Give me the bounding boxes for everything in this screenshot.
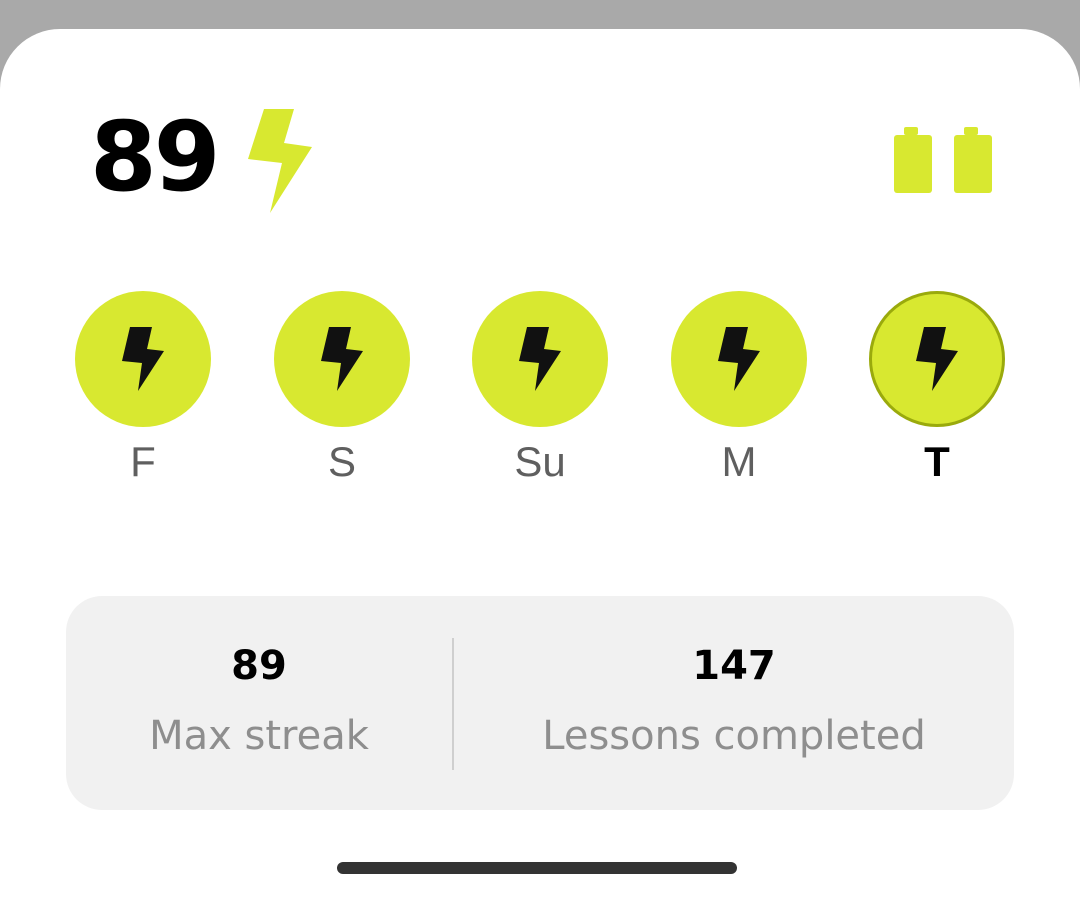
lessons-completed-value: 147 [692,643,776,689]
lessons-completed-label: Lessons completed [542,713,926,759]
day-completed-circle [472,291,608,427]
day-label: M [721,438,757,485]
day-saturday: S [274,291,410,483]
max-streak-value: 89 [231,643,287,689]
day-label: F [130,438,156,485]
day-friday: F [75,291,211,483]
lessons-completed-stat: 147 Lessons completed [454,596,1014,810]
streak-sheet: 89 F S Su M T 89 Max streak 147 Lessons … [0,29,1080,921]
stats-card: 89 Max streak 147 Lessons completed [66,596,1014,810]
home-indicator[interactable] [337,862,737,874]
lightning-bolt-icon [718,327,760,391]
day-label-today: T [924,438,950,485]
lightning-bolt-icon [321,327,363,391]
lightning-bolt-icon [519,327,561,391]
day-completed-circle [671,291,807,427]
day-sunday: Su [472,291,608,483]
day-monday: M [671,291,807,483]
day-today-circle [869,291,1005,427]
streak-count: 89 [90,101,221,213]
day-label: S [327,438,356,485]
max-streak-stat: 89 Max streak [66,596,452,810]
day-completed-circle [274,291,410,427]
max-streak-label: Max streak [149,713,369,759]
lightning-bolt-icon [248,109,312,213]
day-tuesday: T [869,291,1005,483]
day-completed-circle [75,291,211,427]
lightning-bolt-icon [916,327,958,391]
day-label: Su [514,438,566,485]
lightning-bolt-icon [122,327,164,391]
week-days-row: F S Su M T [0,291,1080,491]
streak-freeze-icon [894,127,992,193]
